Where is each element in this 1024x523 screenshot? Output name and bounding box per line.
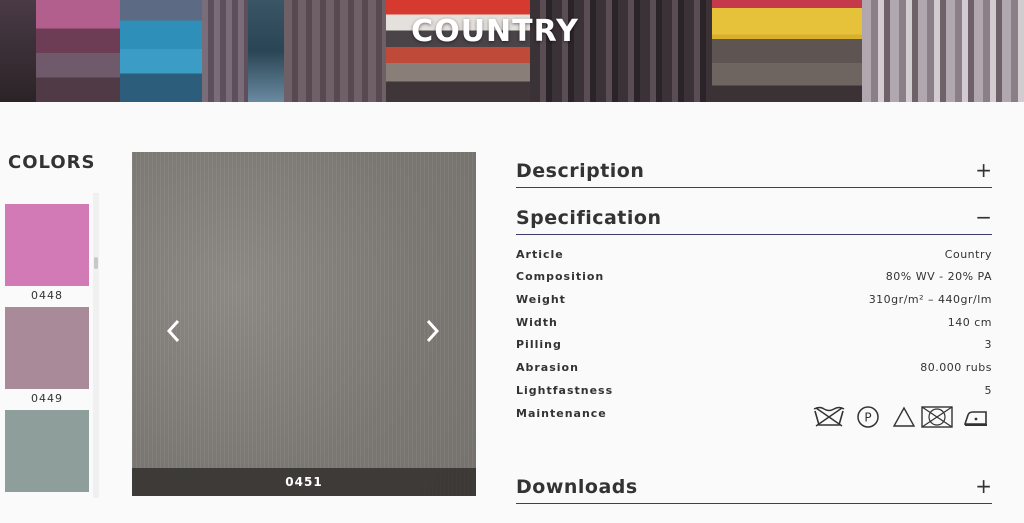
spec-value: 5 xyxy=(984,384,992,397)
spec-label: Abrasion xyxy=(516,361,579,374)
specification-title: Specification xyxy=(516,207,662,229)
spec-label: Composition xyxy=(516,270,605,283)
spec-label: Width xyxy=(516,316,558,329)
no-tumble-dry-icon xyxy=(921,406,953,428)
description-title: Description xyxy=(516,160,645,182)
spec-value: 3 xyxy=(984,338,992,351)
bleach-icon xyxy=(892,406,916,427)
swatch-chip[interactable] xyxy=(5,307,89,389)
page-title: COUNTRY xyxy=(411,14,579,49)
spec-row: Article Country xyxy=(516,248,992,266)
colors-heading: COLORS xyxy=(8,152,96,173)
swatch-chip[interactable] xyxy=(5,204,89,286)
spec-label: Lightfastness xyxy=(516,384,614,397)
spec-value: 310gr/m² – 440gr/lm xyxy=(868,293,992,306)
spec-row: Weight 310gr/m² – 440gr/lm xyxy=(516,293,992,311)
specification-section[interactable]: Specification − xyxy=(516,205,992,235)
spec-label: Weight xyxy=(516,293,566,306)
spec-value: 140 cm xyxy=(947,316,992,329)
svg-text:P: P xyxy=(864,411,871,425)
care-icons: P xyxy=(812,405,992,431)
expand-icon[interactable]: + xyxy=(975,158,992,182)
spec-value: 80.000 rubs xyxy=(920,361,992,374)
hero-banner: COUNTRY xyxy=(0,0,1024,102)
collapse-icon[interactable]: − xyxy=(975,205,992,229)
spec-row: Composition 80% WV - 20% PA xyxy=(516,270,992,288)
swatch-scrollbar-thumb[interactable] xyxy=(94,257,98,269)
swatch-chip[interactable] xyxy=(5,410,89,492)
downloads-title: Downloads xyxy=(516,476,638,498)
spec-value: 80% WV - 20% PA xyxy=(885,270,992,283)
spec-label: Pilling xyxy=(516,338,562,351)
spec-label: Article xyxy=(516,248,564,261)
swatch-0448[interactable]: 0448 xyxy=(5,204,89,302)
expand-icon[interactable]: + xyxy=(975,474,992,498)
spec-row: Abrasion 80.000 rubs xyxy=(516,361,992,379)
downloads-section[interactable]: Downloads + xyxy=(516,474,992,504)
spec-value: Country xyxy=(944,248,992,261)
hand-wash-icon xyxy=(813,406,845,427)
spec-row: Width 140 cm xyxy=(516,316,992,334)
spec-row: Pilling 3 xyxy=(516,338,992,356)
chevron-right-icon[interactable] xyxy=(424,318,440,351)
swatch-code: 0448 xyxy=(31,289,63,302)
spec-row: Lightfastness 5 xyxy=(516,384,992,402)
swatch-code: 0449 xyxy=(31,392,63,405)
swatch-next[interactable] xyxy=(5,410,89,492)
description-section[interactable]: Description + xyxy=(516,158,992,188)
swatch-list: 0448 0449 xyxy=(5,204,89,498)
swatch-scrollbar[interactable] xyxy=(93,193,99,498)
chevron-left-icon[interactable] xyxy=(166,318,182,351)
image-caption: 0451 xyxy=(132,468,476,496)
iron-icon xyxy=(963,411,987,426)
spec-label: Maintenance xyxy=(516,407,607,420)
swatch-0449[interactable]: 0449 xyxy=(5,307,89,405)
dry-clean-p-icon: P xyxy=(857,406,879,428)
